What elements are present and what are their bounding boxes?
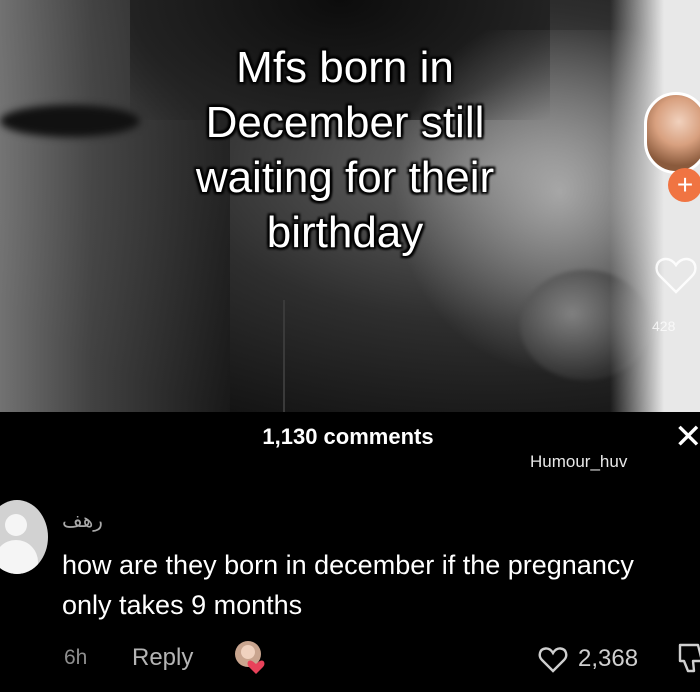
heart-outline-icon[interactable] — [652, 250, 700, 298]
creator-liked-avatar — [235, 641, 265, 674]
creator-avatar[interactable] — [644, 92, 700, 174]
video-eyelash-shape — [0, 105, 140, 137]
comment-time: 6h — [64, 646, 88, 669]
reply-button[interactable]: Reply — [132, 644, 193, 672]
video-likes-count: 428 — [652, 318, 676, 334]
follow-button[interactable]: + — [668, 168, 700, 202]
default-avatar-icon[interactable] — [0, 500, 48, 574]
video-earbud-wire — [283, 300, 285, 412]
avatar-body — [0, 540, 38, 574]
dislike-icon[interactable] — [676, 641, 700, 675]
like-count: 2,368 — [578, 645, 639, 672]
video-frame[interactable]: Mfs born in December still waiting for t… — [0, 0, 700, 412]
comment-username[interactable]: رهف — [62, 508, 103, 533]
avatar-head — [5, 514, 27, 536]
video-bright-edge — [610, 0, 700, 412]
video-caption: Mfs born in December still waiting for t… — [195, 43, 495, 257]
watermark: Humour_huv — [530, 452, 628, 471]
comment-text: how are they born in december if the pre… — [62, 550, 634, 620]
comments-count-label: 1,130 comments — [262, 424, 434, 449]
close-icon[interactable]: ✕ — [674, 420, 700, 454]
comments-header: 1,130 comments — [0, 424, 700, 450]
like-heart-icon[interactable] — [537, 643, 569, 675]
